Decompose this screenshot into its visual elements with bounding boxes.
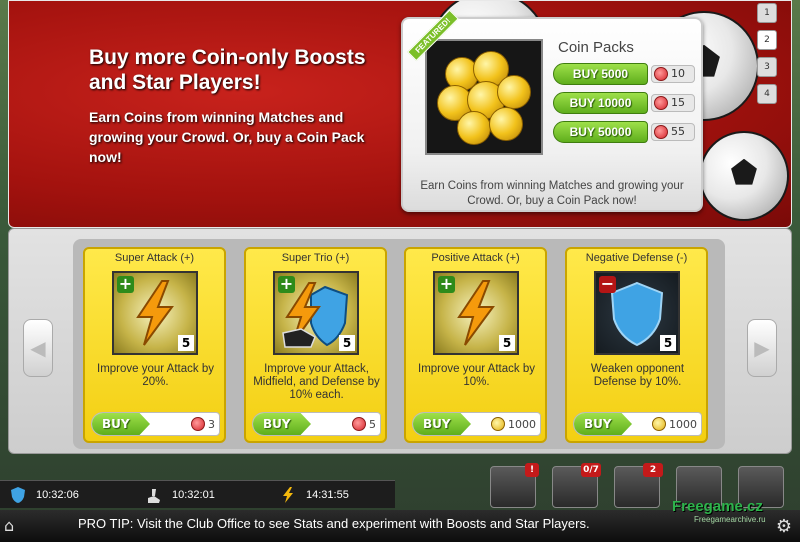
boot-icon (148, 489, 160, 503)
card-price-value: 1000 (669, 417, 697, 431)
pack-cost: 55 (651, 123, 695, 141)
plus-icon: + (278, 274, 295, 293)
team-badge: 2 (643, 463, 663, 477)
page-tab-2[interactable]: 2 (757, 30, 777, 50)
card-buy-strip: BUY 1000 (573, 412, 702, 436)
card-price: 1000 (491, 417, 536, 431)
buy-button[interactable]: BUY (574, 413, 632, 435)
timer-defense: 10:32:06 (10, 485, 110, 505)
card-title: Negative Defense (-) (585, 252, 688, 264)
pro-tip-text: PRO TIP: Visit the Club Office to see St… (78, 516, 590, 531)
card-title: Positive Attack (+) (431, 252, 520, 264)
page-tab-3[interactable]: 3 (757, 57, 777, 77)
page-tab-4[interactable]: 4 (757, 84, 777, 104)
card-price-value: 5 (369, 417, 376, 431)
banner-headline: Buy more Coin-only Boosts and Star Playe… (89, 46, 366, 94)
card-description: Weaken opponent Defense by 10%. (590, 363, 685, 388)
pack-cost-value: 15 (671, 96, 685, 109)
coin-packs-note: Earn Coins from winning Matches and grow… (420, 180, 684, 207)
boost-card-negative-defense[interactable]: Negative Defense (-) − 5 Weaken opponent… (565, 247, 708, 443)
card-price: 5 (352, 417, 376, 431)
timer-attack: 14:31:55 (280, 485, 380, 505)
gear-icon[interactable]: ⚙ (776, 516, 792, 537)
trophy-icon[interactable]: 0/7 (552, 463, 601, 508)
buy-50000-button[interactable]: BUY 50000 (553, 121, 648, 143)
card-level: 5 (660, 335, 676, 351)
minus-icon: − (599, 274, 616, 293)
coin-icon (497, 75, 531, 109)
gem-icon (654, 96, 668, 110)
alert-badge-icon: ! (525, 463, 539, 477)
boost-card-super-trio[interactable]: Super Trio (+) + 5 Improve your Attack, … (244, 247, 387, 443)
pack-cost: 10 (651, 65, 695, 83)
trophy-badge: 0/7 (581, 463, 601, 477)
boost-timers-bar: 10:32:06 10:32:01 14:31:55 (0, 480, 395, 508)
lightning-icon: + 5 (433, 271, 519, 355)
plus-icon: + (117, 274, 134, 293)
card-buy-strip: BUY 3 (91, 412, 220, 436)
prev-arrow-button[interactable]: ◀ (23, 319, 53, 377)
gem-icon (352, 417, 366, 431)
lightning-icon: + 5 (112, 271, 198, 355)
card-price-value: 1000 (508, 417, 536, 431)
card-buy-strip: BUY 1000 (412, 412, 541, 436)
card-buy-strip: BUY 5 (252, 412, 381, 436)
shield-icon: − 5 (594, 271, 680, 355)
coin-icon (491, 417, 505, 431)
card-description: Improve your Attack, Midfield, and Defen… (253, 363, 380, 401)
watermark-subtext: Freegamearchive.ru (694, 515, 766, 524)
card-level: 5 (499, 335, 515, 351)
buy-button[interactable]: BUY (413, 413, 471, 435)
pack-cost-value: 55 (671, 125, 685, 138)
coin-packs-title: Coin Packs (558, 39, 634, 56)
gem-icon (191, 417, 205, 431)
pack-cost-value: 10 (671, 67, 685, 80)
gem-icon (654, 125, 668, 139)
home-icon[interactable]: ⌂ (4, 516, 24, 535)
buy-5000-button[interactable]: BUY 5000 (553, 63, 648, 85)
team-icon[interactable]: 2 (614, 463, 663, 508)
coin-icon (652, 417, 666, 431)
trio-icon: + 5 (273, 271, 359, 355)
buy-button[interactable]: BUY (92, 413, 150, 435)
card-description: Improve your Attack by 10%. (418, 363, 535, 388)
card-price-value: 3 (208, 417, 215, 431)
next-arrow-button[interactable]: ▶ (747, 319, 777, 377)
timer-value: 14:31:55 (306, 489, 349, 501)
coin-icon (489, 107, 523, 141)
coin-pile-image (425, 39, 543, 155)
card-title: Super Trio (+) (281, 252, 350, 264)
buy-button[interactable]: BUY (253, 413, 311, 435)
card-description: Improve your Attack by 20%. (97, 363, 214, 388)
shop-cart-icon[interactable]: ! (490, 463, 539, 508)
plus-icon: + (438, 274, 455, 293)
boost-shelf: ◀ ▶ Super Attack (+) + 5 Improve your At… (8, 228, 792, 454)
page-tabs: 1 2 3 4 (757, 3, 779, 111)
coin-pack-row: BUY 5000 10 (553, 63, 698, 85)
coin-packs-panel: FEATURED! Coin Packs BUY 5000 10 BUY 100… (401, 9, 703, 212)
watermark-text: Freegame.cz (672, 498, 763, 515)
banner-subtext: Earn Coins from winning Matches and grow… (89, 109, 365, 165)
card-price: 1000 (652, 417, 697, 431)
timer-value: 10:32:01 (172, 489, 215, 501)
timer-midfield: 10:32:01 (146, 485, 246, 505)
page-tab-1[interactable]: 1 (757, 3, 777, 23)
soccer-ball-icon (699, 131, 789, 221)
buy-10000-button[interactable]: BUY 10000 (553, 92, 648, 114)
pack-cost: 15 (651, 94, 695, 112)
card-level: 5 (178, 335, 194, 351)
card-price: 3 (191, 417, 215, 431)
shield-icon (11, 487, 25, 503)
timer-value: 10:32:06 (36, 489, 79, 501)
coin-pack-row: BUY 50000 55 (553, 121, 698, 143)
boost-card-super-attack[interactable]: Super Attack (+) + 5 Improve your Attack… (83, 247, 226, 443)
coin-pack-row: BUY 10000 15 (553, 92, 698, 114)
card-level: 5 (339, 335, 355, 351)
boost-card-positive-attack[interactable]: Positive Attack (+) + 5 Improve your Att… (404, 247, 547, 443)
coin-icon (457, 111, 491, 145)
card-title: Super Attack (+) (114, 252, 195, 264)
gem-icon (654, 67, 668, 81)
lightning-icon (283, 487, 293, 503)
